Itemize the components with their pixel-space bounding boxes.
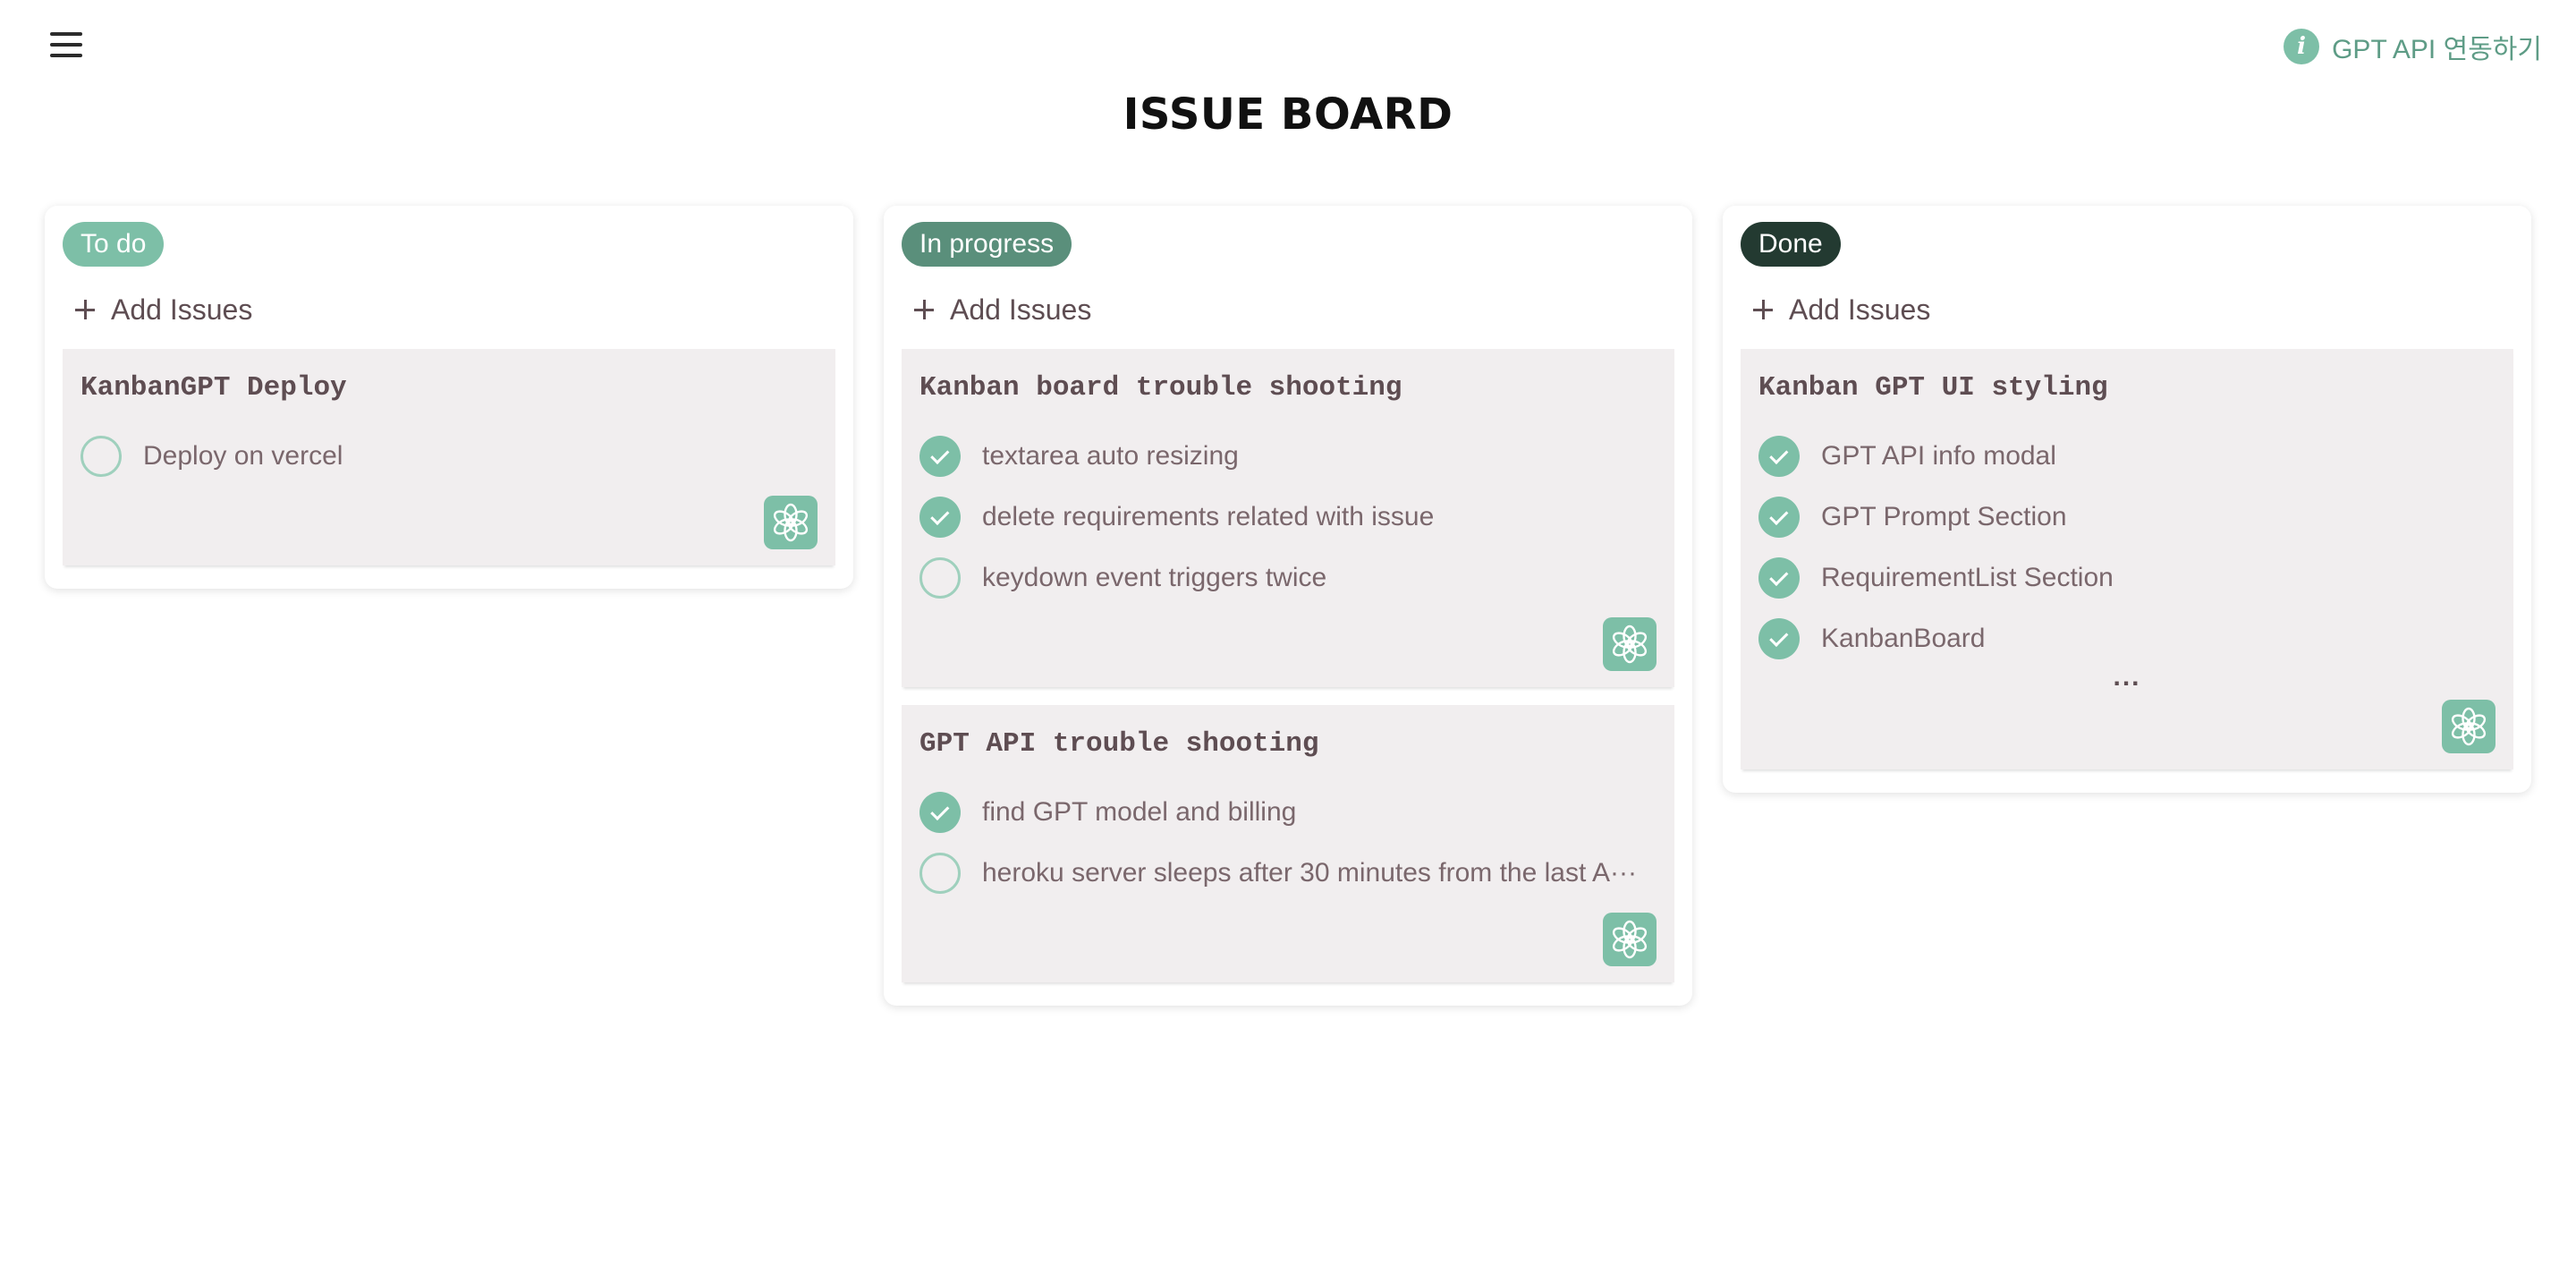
check-circle-icon[interactable] [1758,618,1800,659]
requirement-text: Deploy on vercel [143,441,343,471]
add-issue-label: Add Issues [1789,293,1931,326]
issue-card[interactable]: Kanban board trouble shooting textarea a… [902,349,1674,687]
requirement-item[interactable]: delete requirements related with issue [919,487,1657,548]
requirement-text: heroku server sleeps after 30 minutes fr… [982,858,1637,888]
column-todo: To do Add Issues KanbanGPT Deploy Deploy… [45,206,853,589]
check-circle-icon[interactable] [1758,497,1800,538]
status-badge: In progress [902,222,1072,267]
empty-circle-icon[interactable] [80,436,122,477]
openai-logo-icon[interactable] [2442,700,2496,753]
issue-title[interactable]: KanbanGPT Deploy [80,370,818,406]
status-badge: To do [63,222,165,267]
add-issue-button[interactable]: Add Issues [75,285,835,335]
menu-line [50,43,82,47]
check-circle-icon[interactable] [1758,557,1800,599]
requirement-text: keydown event triggers twice [982,563,1327,592]
requirement-text: KanbanBoard [1821,624,1986,653]
issue-title[interactable]: Kanban board trouble shooting [919,370,1657,406]
requirement-item[interactable]: GPT Prompt Section [1758,487,2496,548]
issue-card[interactable]: GPT API trouble shooting find GPT model … [902,705,1674,982]
issue-title[interactable]: GPT API trouble shooting [919,726,1657,762]
openai-logo-icon[interactable] [764,496,818,549]
more-requirements-indicator[interactable]: ... [1758,664,2496,691]
menu-line [50,54,82,57]
empty-circle-icon[interactable] [919,853,961,894]
requirement-text: delete requirements related with issue [982,502,1435,531]
plus-icon [1753,300,1773,319]
gpt-api-connect-link[interactable]: i GPT API 연동하기 [2284,27,2542,66]
requirement-text: GPT API info modal [1821,441,2056,471]
requirement-text: find GPT model and billing [982,797,1297,827]
gpt-api-connect-label: GPT API 연동하기 [2332,35,2542,64]
requirement-text: textarea auto resizing [982,441,1239,471]
info-icon: i [2284,29,2320,64]
requirement-text: GPT Prompt Section [1821,502,2067,531]
requirement-item[interactable]: RequirementList Section [1758,548,2496,608]
issue-title[interactable]: Kanban GPT UI styling [1758,370,2496,406]
openai-logo-icon[interactable] [1603,913,1657,966]
column-in-progress: In progress Add Issues Kanban board trou… [884,206,1692,1006]
hamburger-menu-icon[interactable] [48,30,86,59]
requirement-item[interactable]: find GPT model and billing [919,782,1657,843]
requirement-item[interactable]: GPT API info modal [1758,426,2496,487]
issue-card[interactable]: Kanban GPT UI styling GPT API info modal… [1741,349,2513,769]
add-issue-label: Add Issues [950,293,1092,326]
requirement-item[interactable]: heroku server sleeps after 30 minutes fr… [919,843,1657,904]
column-done: Done Add Issues Kanban GPT UI styling GP… [1723,206,2531,793]
check-circle-icon[interactable] [919,792,961,833]
add-issue-button[interactable]: Add Issues [914,285,1674,335]
empty-circle-icon[interactable] [919,557,961,599]
menu-line [50,32,82,36]
requirement-text: RequirementList Section [1821,563,2114,592]
check-circle-icon[interactable] [919,497,961,538]
plus-icon [914,300,934,319]
add-issue-label: Add Issues [111,293,253,326]
status-badge: Done [1741,222,1841,267]
openai-logo-icon[interactable] [1603,617,1657,671]
issue-card[interactable]: KanbanGPT Deploy Deploy on vercel [63,349,835,565]
check-circle-icon[interactable] [1758,436,1800,477]
requirement-item[interactable]: KanbanBoard [1758,608,2496,669]
requirement-item[interactable]: keydown event triggers twice [919,548,1657,608]
plus-icon [75,300,95,319]
requirement-item[interactable]: textarea auto resizing [919,426,1657,487]
check-circle-icon[interactable] [919,436,961,477]
page-title: ISSUE BOARD [1123,89,1453,140]
add-issue-button[interactable]: Add Issues [1753,285,2513,335]
requirement-item[interactable]: Deploy on vercel [80,426,818,487]
